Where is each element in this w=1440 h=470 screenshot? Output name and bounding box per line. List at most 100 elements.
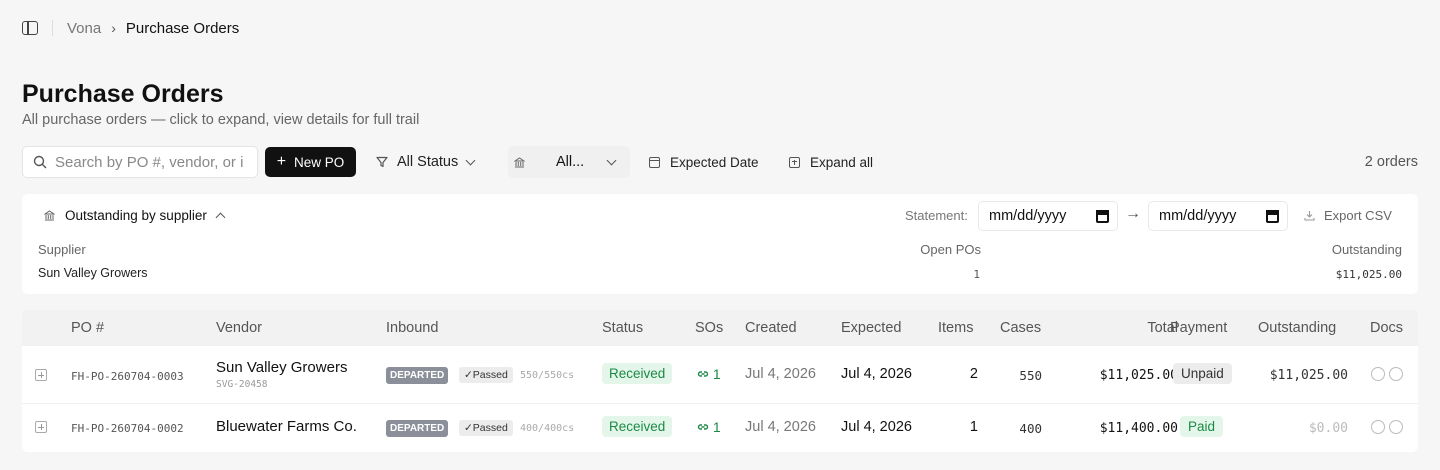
col-items: Items — [938, 320, 974, 336]
sales-orders-link[interactable]: 1 — [697, 366, 721, 382]
page-title: Purchase Orders — [22, 80, 224, 108]
supplier-outstanding: $11,025.00 — [1335, 268, 1402, 281]
search-icon — [33, 155, 47, 169]
doc-status-icon[interactable] — [1371, 367, 1385, 381]
calendar-icon — [649, 156, 660, 168]
payment-badge: Unpaid — [1173, 363, 1232, 384]
breadcrumb-root-link[interactable]: Vona — [67, 20, 101, 37]
sales-orders-link[interactable]: 1 — [697, 419, 721, 435]
created-date: Jul 4, 2026 — [745, 419, 816, 435]
calendar-icon[interactable] — [1266, 210, 1279, 223]
expected-date: Jul 4, 2026 — [841, 419, 912, 435]
filter-icon — [376, 156, 388, 168]
breadcrumb: Vona › Purchase Orders — [22, 16, 239, 40]
col-outstanding: Outstanding — [1258, 320, 1337, 336]
items-count: 2 — [969, 366, 978, 382]
expand-all-button[interactable]: Expand all — [789, 146, 873, 178]
sales-orders-count: 1 — [712, 419, 721, 435]
inspection-passed-badge: ✓Passed — [459, 420, 513, 436]
vendor-name: Bluewater Farms Co. — [216, 418, 357, 435]
col-inbound: Inbound — [386, 320, 439, 336]
inbound-departed-badge: DEPARTED — [386, 367, 449, 384]
inbound-cases: 550/550cs — [520, 370, 575, 381]
orders-count: 2 orders — [1364, 154, 1418, 170]
docs — [1371, 367, 1407, 386]
col-vendor: Vendor — [216, 320, 262, 336]
inspection-passed-badge: ✓Passed — [459, 367, 513, 383]
doc-status-icon[interactable] — [1389, 420, 1403, 434]
calendar-icon[interactable] — [1096, 210, 1109, 223]
outstanding-amount: $0.00 — [1308, 421, 1348, 436]
status-filter-label: All Status — [397, 154, 459, 170]
table-header: PO # Vendor Inbound Status SOs Created E… — [22, 310, 1418, 346]
payment-badge: Paid — [1180, 416, 1224, 437]
vendor-filter-dropdown[interactable]: All... — [508, 146, 630, 178]
divider — [52, 20, 53, 36]
po-number: FH-PO-260704-0003 — [71, 370, 184, 383]
col-docs: Docs — [1370, 320, 1404, 336]
chevron-down-icon — [606, 155, 617, 165]
vendor-code: SVG-20458 — [216, 379, 268, 390]
cases-count: 550 — [1019, 368, 1042, 383]
vendor-filter-label: All... — [556, 154, 585, 170]
table-row[interactable]: FH-PO-260704-0003 Sun Valley Growers SVG… — [22, 346, 1418, 404]
plus-icon: + — [276, 153, 287, 170]
export-csv-label: Export CSV — [1324, 208, 1392, 223]
header-outstanding: Outstanding — [1331, 242, 1402, 257]
sales-orders-count: 1 — [712, 366, 721, 382]
statement-date-from[interactable]: mm/dd/yyyy — [978, 201, 1118, 231]
new-po-button[interactable]: + New PO — [265, 147, 356, 177]
total-amount: $11,400.00 — [1099, 421, 1178, 436]
page-subtitle: All purchase orders — click to expand, v… — [22, 112, 420, 128]
header-open-pos: Open POs — [920, 242, 981, 257]
outstanding-toggle[interactable]: Outstanding by supplier — [44, 208, 226, 223]
col-payment: Payment — [1170, 320, 1228, 336]
supplier-open-pos: 1 — [973, 268, 980, 281]
row-expand-icon[interactable] — [35, 369, 47, 381]
sidebar-toggle-icon[interactable] — [22, 21, 38, 35]
date-from-placeholder: mm/dd/yyyy — [989, 208, 1067, 224]
col-status: Status — [602, 320, 644, 336]
col-sos: SOs — [695, 320, 724, 336]
search-placeholder: Search by PO #, vendor, or i — [55, 153, 244, 171]
col-expected: Expected — [841, 320, 902, 336]
status-badge: Received — [602, 416, 673, 437]
col-po: PO # — [71, 320, 105, 336]
table-row[interactable]: FH-PO-260704-0002 Bluewater Farms Co. DE… — [22, 404, 1418, 452]
row-expand-icon[interactable] — [35, 421, 47, 433]
expected-date-label: Expected Date — [670, 154, 759, 170]
expected-date-filter[interactable]: Expected Date — [649, 146, 759, 178]
search-input[interactable]: Search by PO #, vendor, or i — [22, 146, 258, 178]
bank-icon — [514, 156, 525, 167]
status-badge: Received — [602, 363, 673, 384]
inbound-cases: 400/400cs — [520, 423, 575, 434]
outstanding-title: Outstanding by supplier — [65, 208, 207, 223]
link-icon — [697, 371, 709, 377]
po-number: FH-PO-260704-0002 — [71, 422, 184, 435]
supplier-name: Sun Valley Growers — [38, 266, 148, 280]
vendor-name: Sun Valley Growers — [216, 359, 348, 376]
col-cases: Cases — [1000, 320, 1042, 336]
toolbar: Search by PO #, vendor, or i + New PO Al… — [22, 146, 1418, 178]
docs — [1371, 420, 1407, 439]
breadcrumb-current: Purchase Orders — [125, 19, 240, 37]
download-icon — [1304, 211, 1315, 221]
statement-label: Statement: — [905, 208, 968, 223]
outstanding-amount: $11,025.00 — [1269, 368, 1348, 383]
doc-status-icon[interactable] — [1371, 420, 1385, 434]
header-supplier: Supplier — [38, 242, 86, 257]
total-amount: $11,025.00 — [1099, 368, 1178, 383]
export-csv-button[interactable]: Export CSV — [1304, 208, 1392, 223]
cases-count: 400 — [1019, 421, 1042, 436]
chevron-right-icon: › — [111, 20, 116, 36]
outstanding-panel: Outstanding by supplier Statement: mm/dd… — [22, 194, 1418, 294]
statement-date-to[interactable]: mm/dd/yyyy — [1148, 201, 1288, 231]
chevron-down-icon — [465, 155, 476, 165]
created-date: Jul 4, 2026 — [745, 366, 816, 382]
new-po-label: New PO — [294, 154, 345, 170]
status-filter-dropdown[interactable]: All Status — [376, 146, 476, 178]
expand-icon — [789, 156, 800, 168]
chevron-up-icon — [215, 212, 226, 222]
doc-status-icon[interactable] — [1389, 367, 1403, 381]
col-created: Created — [745, 320, 797, 336]
